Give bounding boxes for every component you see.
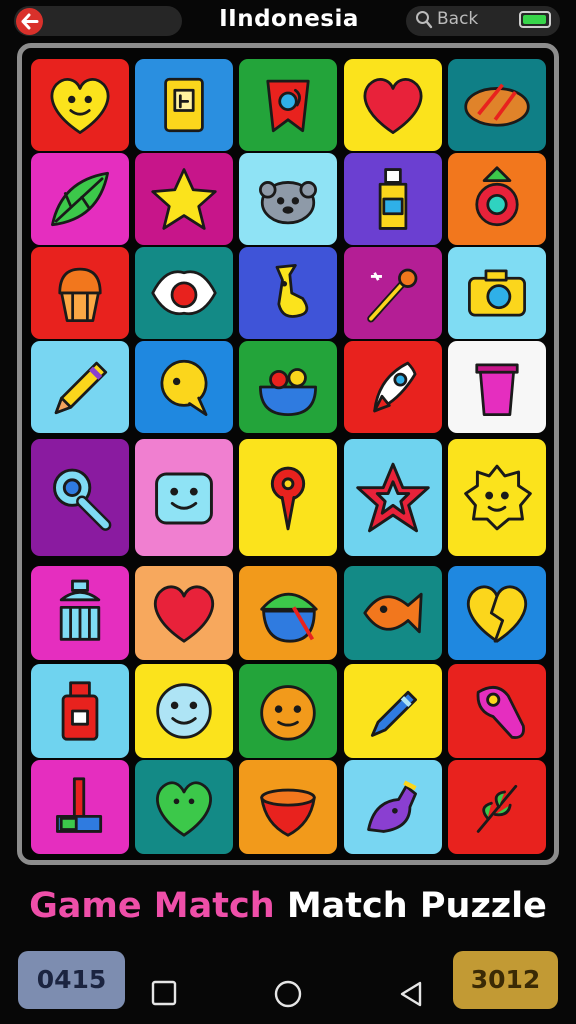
game-tile[interactable]: [239, 59, 337, 151]
bowl-icon: [259, 368, 317, 416]
game-tile[interactable]: [239, 341, 337, 433]
acorn-icon: [260, 592, 318, 643]
back-arrow-icon[interactable]: [16, 8, 43, 35]
game-tile[interactable]: [344, 664, 442, 758]
score-left-button[interactable]: 0415: [18, 951, 125, 1009]
orange-face-icon: [260, 685, 316, 741]
card-icon: [164, 77, 204, 133]
game-tile[interactable]: [31, 341, 129, 433]
game-tile[interactable]: [448, 566, 546, 660]
rocket-icon: [373, 361, 417, 413]
bottle-icon: [378, 168, 408, 230]
sun-face-icon: [464, 464, 532, 531]
game-tile[interactable]: [31, 153, 129, 245]
game-tile[interactable]: [135, 341, 233, 433]
pin-icon: [270, 466, 306, 531]
game-tile[interactable]: [344, 341, 442, 433]
caption-match-puzzle: Match Puzzle: [286, 886, 547, 926]
game-tile[interactable]: [31, 664, 129, 758]
game-tile[interactable]: [135, 247, 233, 339]
heart-icon: [154, 585, 214, 643]
tongue-icon: [476, 686, 525, 739]
heart-face-icon: [50, 78, 110, 134]
bowl-face-icon: [260, 788, 316, 837]
ribbon-icon: [266, 79, 310, 133]
game-tile[interactable]: [135, 760, 233, 854]
fish-icon: [363, 592, 423, 634]
game-tile[interactable]: [31, 439, 129, 556]
game-tile[interactable]: [135, 566, 233, 660]
game-tile[interactable]: [135, 664, 233, 758]
game-tile[interactable]: [344, 760, 442, 854]
page-title: IIndonesia: [219, 6, 359, 32]
game-tile[interactable]: [31, 247, 129, 339]
game-tile[interactable]: [31, 566, 129, 660]
game-tile[interactable]: [135, 153, 233, 245]
battery-icon: [519, 11, 551, 28]
search-icon[interactable]: [415, 10, 433, 30]
search-label[interactable]: Back: [437, 9, 478, 29]
game-tile[interactable]: [239, 153, 337, 245]
bottle-cap-icon: [59, 579, 101, 641]
score-right-button[interactable]: 3012: [453, 951, 558, 1009]
broken-heart-icon: [467, 585, 527, 643]
game-tile[interactable]: [448, 153, 546, 245]
eye-icon: [151, 270, 217, 316]
bread-icon: [464, 83, 530, 127]
creature-icon: [259, 181, 317, 225]
home-icon[interactable]: [274, 980, 302, 1008]
game-tile[interactable]: [239, 664, 337, 758]
pipe-icon: [56, 777, 103, 833]
chat-icon: [160, 359, 208, 416]
game-tile[interactable]: [239, 439, 337, 556]
wand-icon: [367, 268, 418, 323]
game-tile[interactable]: [448, 664, 546, 758]
smiley-icon: [156, 683, 212, 739]
game-tile[interactable]: [135, 59, 233, 151]
back-triangle-icon[interactable]: [398, 980, 424, 1008]
game-tile[interactable]: [31, 760, 129, 854]
game-tile[interactable]: [448, 341, 546, 433]
game-tile[interactable]: [448, 59, 546, 151]
heart-splat-icon: [156, 781, 212, 837]
game-tile[interactable]: [239, 566, 337, 660]
game-tile[interactable]: [344, 247, 442, 339]
box-face-icon: [155, 472, 213, 525]
giraffe-icon: [275, 264, 309, 318]
game-tile[interactable]: [448, 760, 546, 854]
game-tile[interactable]: [135, 439, 233, 556]
camera-icon: [468, 269, 526, 317]
cup-icon: [475, 363, 519, 416]
game-tile[interactable]: [239, 247, 337, 339]
bird-icon: [367, 780, 417, 833]
strawberry-icon: [475, 166, 519, 227]
game-caption: Game Match Match Puzzle: [0, 886, 576, 926]
pencil-icon: [54, 361, 108, 415]
caption-game-match: Game Match: [29, 886, 275, 926]
top-bar: IIndonesia Back: [0, 0, 576, 44]
game-tile[interactable]: [239, 760, 337, 854]
cupcake-icon: [58, 267, 102, 322]
game-board: [17, 43, 559, 865]
sprig-icon: [476, 784, 518, 833]
game-tile[interactable]: [448, 439, 546, 556]
heart-icon: [363, 78, 423, 134]
battery-level-fill: [523, 15, 546, 24]
recent-apps-icon[interactable]: [151, 980, 177, 1006]
game-tile[interactable]: [344, 59, 442, 151]
rattle-icon: [53, 468, 112, 531]
game-tile[interactable]: [31, 59, 129, 151]
game-tile[interactable]: [448, 247, 546, 339]
leaf-icon: [51, 171, 109, 227]
game-tile[interactable]: [344, 566, 442, 660]
game-tile[interactable]: [344, 153, 442, 245]
star-icon: [151, 168, 217, 230]
star-outline-icon: [356, 462, 430, 533]
game-tile[interactable]: [344, 439, 442, 556]
jar-icon: [61, 681, 99, 741]
marker-icon: [370, 690, 417, 737]
